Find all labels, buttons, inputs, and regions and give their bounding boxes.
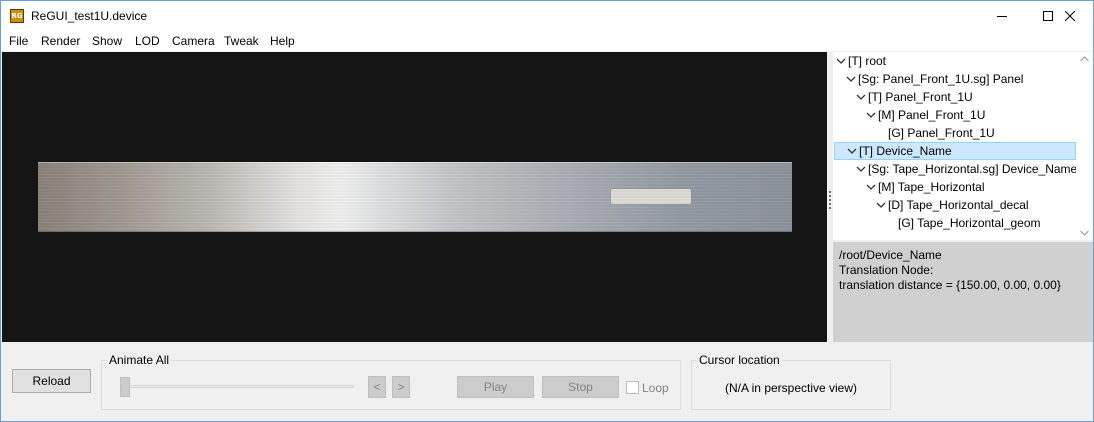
stop-button[interactable]: Stop: [542, 376, 619, 398]
menu-tweak[interactable]: Tweak: [223, 34, 260, 48]
tree-node[interactable]: [G] Tape_Horizontal_geom: [898, 214, 1075, 232]
tree-node-label: [T] root: [848, 54, 887, 68]
close-icon: [1065, 11, 1076, 22]
menu-render[interactable]: Render: [40, 34, 81, 48]
tree-node-label: [T] Device_Name: [859, 144, 952, 158]
tree-node[interactable]: [T] root: [835, 52, 1075, 70]
tree-node-label: [G] Tape_Horizontal_geom: [898, 216, 1041, 230]
animate-all-group: Animate All < > Play Stop Loop: [101, 353, 681, 410]
animate-all-title: Animate All: [107, 353, 172, 367]
animation-slider-track[interactable]: [120, 385, 354, 388]
panel-front-model: [38, 162, 792, 232]
node-path: /root/Device_Name: [839, 248, 942, 262]
loop-label[interactable]: Loop: [642, 381, 669, 395]
cursor-location-title: Cursor location: [697, 353, 782, 367]
next-frame-button[interactable]: >: [392, 376, 410, 398]
reload-button[interactable]: Reload: [12, 369, 91, 393]
tape-horizontal-model: [611, 189, 691, 204]
chevron-down-icon[interactable]: [875, 199, 887, 211]
cursor-location-value: (N/A in perspective view): [724, 381, 858, 395]
menu-file[interactable]: File: [8, 34, 29, 48]
loop-checkbox[interactable]: [626, 381, 639, 394]
chevron-down-icon[interactable]: [865, 109, 877, 121]
chevron-down-icon[interactable]: [835, 55, 847, 67]
tree-node-label: [T] Panel_Front_1U: [868, 90, 973, 104]
play-button[interactable]: Play: [457, 376, 534, 398]
chevron-down-icon[interactable]: [855, 163, 867, 175]
tree-node[interactable]: [M] Tape_Horizontal: [865, 178, 1075, 196]
tree-node[interactable]: [G] Panel_Front_1U: [888, 124, 1075, 142]
close-button[interactable]: [1047, 1, 1093, 31]
app-icon: RG: [10, 9, 24, 23]
tree-node-label: [M] Panel_Front_1U: [878, 108, 986, 122]
tree-node-label: [Sg: Tape_Horizontal.sg] Device_Name: [868, 162, 1078, 176]
menu-show[interactable]: Show: [91, 34, 123, 48]
node-type: Translation Node:: [839, 263, 934, 277]
splitter-handle[interactable]: [829, 191, 831, 209]
cursor-location-group: Cursor location (N/A in perspective view…: [691, 353, 891, 410]
menu-lod[interactable]: LOD: [134, 34, 161, 48]
scroll-up-icon[interactable]: [1080, 56, 1089, 62]
tree-node-label: [G] Panel_Front_1U: [888, 126, 995, 140]
menu-help[interactable]: Help: [269, 34, 296, 48]
tree-node[interactable]: [D] Tape_Horizontal_decal: [875, 196, 1075, 214]
tree-node[interactable]: [M] Panel_Front_1U: [865, 106, 1075, 124]
animation-slider-thumb[interactable]: [120, 377, 130, 397]
node-info-panel: /root/Device_Name Translation Node: tran…: [833, 242, 1093, 342]
tree-node-selected[interactable]: [T] Device_Name: [834, 142, 1076, 160]
render-viewport[interactable]: [2, 52, 827, 342]
previous-frame-button[interactable]: <: [368, 376, 386, 398]
chevron-down-icon[interactable]: [865, 181, 877, 193]
node-detail: translation distance = {150.00, 0.00, 0.…: [839, 278, 1061, 292]
minimize-button[interactable]: [979, 1, 1025, 31]
minimize-icon: [997, 16, 1007, 17]
menu-bar: File Render Show LOD Camera Tweak Help: [1, 31, 1093, 51]
tree-node[interactable]: [T] Panel_Front_1U: [855, 88, 1075, 106]
chevron-down-icon[interactable]: [855, 91, 867, 103]
window-title: ReGUI_test1U.device: [31, 9, 148, 23]
scroll-down-icon[interactable]: [1080, 230, 1089, 236]
chevron-down-icon[interactable]: [846, 145, 858, 157]
tree-node-label: [M] Tape_Horizontal: [878, 180, 985, 194]
scene-tree[interactable]: [T] root [Sg: Panel_Front_1U.sg] Panel […: [833, 52, 1093, 240]
tree-node[interactable]: [Sg: Panel_Front_1U.sg] Panel: [845, 70, 1075, 88]
tree-node-label: [Sg: Panel_Front_1U.sg] Panel: [858, 72, 1024, 86]
app-window: RG ReGUI_test1U.device File Render Show …: [0, 0, 1094, 422]
tree-node-label: [D] Tape_Horizontal_decal: [888, 198, 1029, 212]
chevron-down-icon[interactable]: [845, 73, 857, 85]
title-bar[interactable]: RG ReGUI_test1U.device: [1, 1, 1093, 31]
tree-node[interactable]: [Sg: Tape_Horizontal.sg] Device_Name: [855, 160, 1078, 178]
menu-camera[interactable]: Camera: [171, 34, 216, 48]
tree-scrollbar[interactable]: [1076, 52, 1093, 240]
